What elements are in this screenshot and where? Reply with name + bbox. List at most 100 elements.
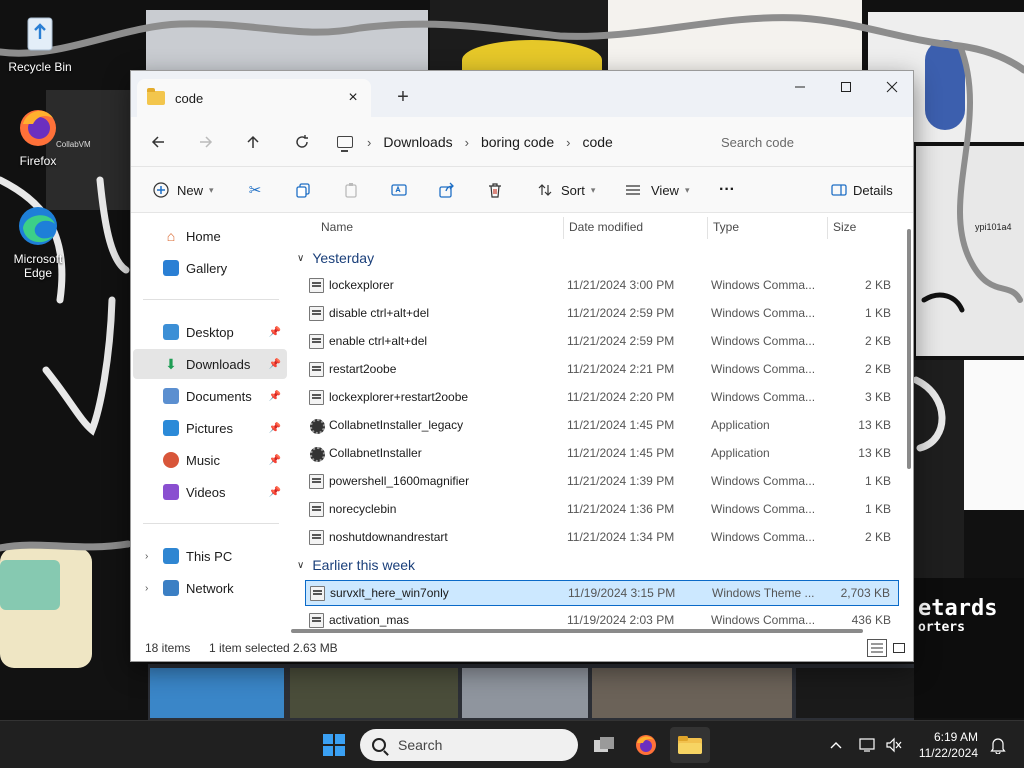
maximize-button[interactable] xyxy=(823,71,869,103)
forward-button[interactable] xyxy=(191,127,221,157)
nav-item-network[interactable]: › Network xyxy=(133,573,287,603)
tiles-view-button[interactable] xyxy=(889,639,909,657)
nav-item-label: Documents xyxy=(186,388,252,404)
file-size: 13 KB xyxy=(858,446,891,460)
file-row[interactable]: CollabnetInstaller 11/21/2024 1:45 PM Appl… xyxy=(305,441,899,467)
sort-button[interactable]: Sort ▾ xyxy=(535,175,595,205)
breadcrumb-downloads[interactable]: Downloads xyxy=(383,134,452,150)
breadcrumb-code[interactable]: code xyxy=(582,134,612,150)
file-name: CollabnetInstaller xyxy=(329,446,422,460)
file-row[interactable]: survxlt_here_win7only 11/19/2024 3:15 PM W… xyxy=(305,580,899,606)
minimize-button[interactable] xyxy=(777,71,823,103)
file-name: disable ctrl+alt+del xyxy=(329,306,430,320)
navigation-pane: ⌂ Home Gallery Desktop 📌 ⬇ Downloads 📌 D… xyxy=(131,213,291,635)
nav-item-desktop[interactable]: Desktop 📌 xyxy=(133,317,287,347)
chevron-right-icon[interactable]: › xyxy=(145,551,148,562)
trash-icon xyxy=(485,180,505,200)
breadcrumb-boring-code[interactable]: boring code xyxy=(481,134,554,150)
arrow-up-icon xyxy=(247,135,259,148)
column-header-date[interactable]: Date modified xyxy=(569,213,643,241)
new-tab-button[interactable]: + xyxy=(389,83,417,111)
tab-code[interactable]: code × xyxy=(137,79,371,117)
details-view-icon xyxy=(871,643,883,653)
taskbar-firefox[interactable] xyxy=(626,727,666,763)
column-header-type[interactable]: Type xyxy=(713,213,739,241)
bg-tile-plush-screen xyxy=(0,560,60,610)
back-button[interactable] xyxy=(143,127,173,157)
command-file-icon xyxy=(309,502,324,517)
start-button[interactable] xyxy=(314,727,354,763)
tab-close-button[interactable]: × xyxy=(341,86,365,110)
taskbar-file-explorer[interactable] xyxy=(670,727,710,763)
group-header-yesterday[interactable]: ∨ Yesterday xyxy=(297,245,374,271)
column-header-size[interactable]: Size xyxy=(833,213,856,241)
desktop-icon-edge[interactable]: Microsoft Edge xyxy=(0,202,76,280)
show-hidden-icons-button[interactable] xyxy=(818,727,854,763)
paste-button[interactable] xyxy=(341,175,361,205)
nav-item-home[interactable]: ⌂ Home xyxy=(133,221,287,251)
nav-item-this-pc[interactable]: › This PC xyxy=(133,541,287,571)
more-icon: ··· xyxy=(719,181,735,198)
taskbar-search[interactable]: Search xyxy=(360,729,578,761)
file-row[interactable]: CollabnetInstaller_legacy 11/21/2024 1:45… xyxy=(305,413,899,439)
file-date: 11/21/2024 2:20 PM xyxy=(567,390,675,404)
bg-tile-screens xyxy=(916,146,1024,356)
close-icon xyxy=(886,81,898,93)
scrollbar-thumb[interactable] xyxy=(907,229,911,469)
bg-tile-red-car xyxy=(592,668,792,718)
desktop-icon-recycle-bin[interactable]: Recycle Bin xyxy=(2,10,78,74)
desktop-icon-firefox[interactable]: Firefox xyxy=(0,104,76,168)
file-row[interactable]: noshutdownandrestart 11/21/2024 1:34 PM Wi… xyxy=(305,525,899,551)
column-divider[interactable] xyxy=(707,217,708,239)
search-input[interactable]: Search code xyxy=(709,127,909,157)
volume-button[interactable] xyxy=(882,727,906,763)
command-file-icon xyxy=(309,530,324,545)
up-button[interactable] xyxy=(238,127,268,157)
file-row[interactable]: norecyclebin 11/21/2024 1:36 PM Windows Co… xyxy=(305,497,899,523)
more-options-button[interactable]: ··· xyxy=(719,175,735,205)
nav-item-music[interactable]: Music 📌 xyxy=(133,445,287,475)
refresh-button[interactable] xyxy=(287,127,317,157)
file-date: 11/21/2024 1:39 PM xyxy=(567,474,675,488)
column-divider[interactable] xyxy=(563,217,564,239)
chevron-up-icon xyxy=(830,742,842,749)
rename-button[interactable] xyxy=(389,175,409,205)
application-icon xyxy=(309,446,325,462)
close-button[interactable] xyxy=(869,71,915,103)
new-button[interactable]: New ▾ xyxy=(151,175,214,205)
nav-item-pictures[interactable]: Pictures 📌 xyxy=(133,413,287,443)
view-button[interactable]: View ▾ xyxy=(623,175,689,205)
column-divider[interactable] xyxy=(827,217,828,239)
nav-item-gallery[interactable]: Gallery xyxy=(133,253,287,283)
file-row[interactable]: restart2oobe 11/21/2024 2:21 PM Windows Co… xyxy=(305,357,899,383)
details-button[interactable]: Details xyxy=(829,175,893,205)
share-button[interactable] xyxy=(437,175,457,205)
file-row[interactable]: lockexplorer 11/21/2024 3:00 PM Windows Co… xyxy=(305,273,899,299)
network-status-button[interactable] xyxy=(856,727,880,763)
details-view-button[interactable] xyxy=(867,639,887,657)
chevron-right-icon[interactable]: › xyxy=(145,583,148,594)
file-row[interactable]: powershell_1600magnifier 11/21/2024 1:39 … xyxy=(305,469,899,495)
arrow-left-icon xyxy=(151,136,164,148)
copy-button[interactable] xyxy=(293,175,313,205)
file-row[interactable]: enable ctrl+alt+del 11/21/2024 2:59 PM Win… xyxy=(305,329,899,355)
item-count: 18 items xyxy=(145,641,191,655)
notifications-button[interactable] xyxy=(982,727,1014,763)
nav-item-videos[interactable]: Videos 📌 xyxy=(133,477,287,507)
file-date: 11/19/2024 3:15 PM xyxy=(568,586,676,600)
breadcrumb[interactable]: › Downloads › boring code › code xyxy=(331,127,697,157)
file-size: 2 KB xyxy=(864,362,891,376)
file-row[interactable]: disable ctrl+alt+del 11/21/2024 2:59 PM Wi… xyxy=(305,301,899,327)
nav-item-label: Downloads xyxy=(186,356,251,372)
nav-item-documents[interactable]: Documents 📌 xyxy=(133,381,287,411)
group-header-earlier-this-week[interactable]: ∨ Earlier this week xyxy=(297,552,415,578)
vertical-scrollbar[interactable] xyxy=(905,213,913,613)
file-row[interactable]: lockexplorer+restart2oobe 11/21/2024 2:20… xyxy=(305,385,899,411)
delete-button[interactable] xyxy=(485,175,505,205)
task-view-button[interactable] xyxy=(584,727,624,763)
column-header-name[interactable]: Name xyxy=(321,213,353,241)
clock[interactable]: 6:19 AM 11/22/2024 xyxy=(912,729,978,761)
nav-item-downloads[interactable]: ⬇ Downloads 📌 xyxy=(133,349,287,379)
file-explorer-window: code × + › Downloads › boring code › cod… xyxy=(130,70,914,662)
cut-button[interactable]: ✂ xyxy=(245,175,265,205)
